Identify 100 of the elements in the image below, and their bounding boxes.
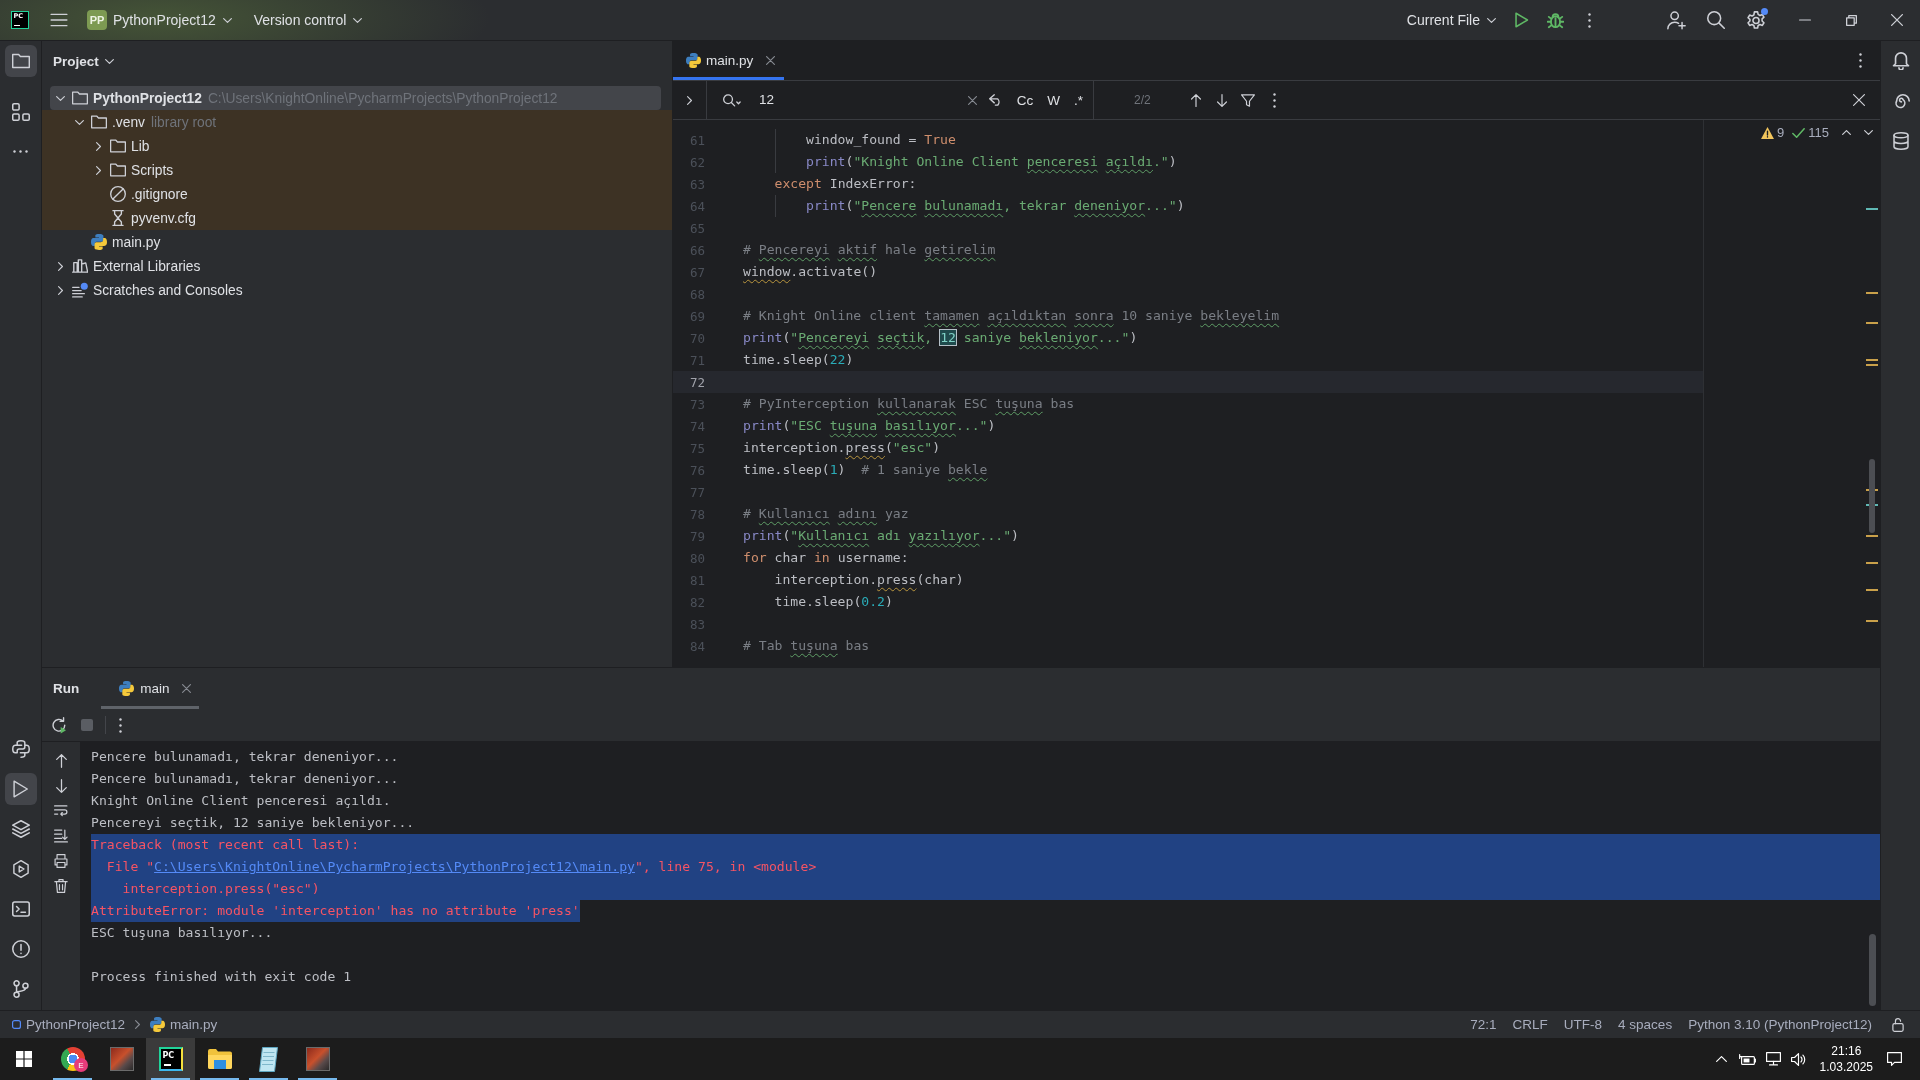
restore-icon[interactable]: [1845, 14, 1857, 26]
check-icon[interactable]: [1792, 127, 1806, 138]
tree-item[interactable]: pyvenv.cfg: [42, 206, 672, 230]
clock-date[interactable]: 1.03.2025: [1819, 1059, 1873, 1075]
clear-icon[interactable]: [967, 95, 977, 105]
notepad-icon: [259, 1046, 278, 1072]
network-icon[interactable]: [1765, 1052, 1781, 1066]
chevron-right-icon[interactable]: [95, 165, 101, 175]
start-icon[interactable]: [16, 1051, 32, 1067]
chevron-down-icon[interactable]: [104, 59, 114, 64]
more-icon[interactable]: [1859, 53, 1862, 68]
tree-item[interactable]: .venv library root: [42, 110, 672, 134]
soft-wrap-icon[interactable]: [54, 804, 68, 818]
notification-icon[interactable]: [1887, 1052, 1902, 1066]
tree-item[interactable]: External Libraries: [42, 254, 672, 278]
rerun-icon[interactable]: [52, 716, 67, 734]
warning-icon[interactable]: [1761, 126, 1775, 139]
taskbar-button[interactable]: E: [48, 1038, 97, 1080]
battery-icon[interactable]: [1738, 1053, 1756, 1065]
chevron-up-icon[interactable]: [1842, 130, 1851, 135]
run-tab[interactable]: main: [101, 668, 199, 709]
search-option-toggle[interactable]: Cc: [1012, 89, 1038, 111]
speaker-icon[interactable]: [1790, 1052, 1806, 1066]
passed-count[interactable]: 115: [1808, 125, 1829, 140]
tree-item[interactable]: Scripts: [42, 158, 672, 182]
tool-window-button[interactable]: [4, 773, 37, 805]
status-bar-widget[interactable]: Python 3.10 (PythonProject12): [1680, 1017, 1880, 1032]
folder-icon: [207, 1049, 232, 1069]
tool-window-button[interactable]: [4, 45, 37, 77]
tree-item[interactable]: main.py: [42, 230, 672, 254]
printer-icon[interactable]: [54, 854, 68, 868]
close-icon[interactable]: [1853, 94, 1865, 106]
scrollbar-thumb[interactable]: [1869, 934, 1876, 1006]
breadcrumb-item[interactable]: main.py: [150, 1017, 218, 1032]
arrow-down-icon[interactable]: [1216, 93, 1227, 107]
status-bar-widget[interactable]: CRLF: [1504, 1017, 1556, 1032]
more-icon[interactable]: [1272, 92, 1276, 108]
project-selector[interactable]: PP PythonProject12: [87, 6, 232, 34]
database-icon[interactable]: [1891, 132, 1910, 150]
search-icon[interactable]: [1707, 11, 1725, 29]
code-line: print("Pencereyi seçtik, 12 saniye bekleniyor..."): [743, 329, 1138, 347]
version-control-menu[interactable]: Version control: [253, 6, 363, 34]
breadcrumb-item[interactable]: PythonProject12: [12, 1017, 126, 1032]
error-stripe-marks[interactable]: [1866, 208, 1878, 622]
chevron-right-icon[interactable]: [57, 261, 63, 271]
clock-time[interactable]: 21:16: [1831, 1043, 1862, 1059]
python-file-icon: [150, 1017, 166, 1032]
search-field[interactable]: 12: [759, 88, 968, 112]
folder-icon: [110, 138, 126, 154]
return-arrow-icon[interactable]: [988, 94, 1003, 106]
taskbar-button[interactable]: PC: [146, 1038, 195, 1080]
status-bar-widget[interactable]: 4 spaces: [1610, 1017, 1681, 1032]
bell-icon[interactable]: [1891, 52, 1910, 70]
code-line: print("Knight Online Client penceresi açıldı."): [806, 153, 1177, 171]
close-icon[interactable]: [1891, 14, 1903, 26]
status-bar-widget[interactable]: UTF-8: [1555, 1017, 1611, 1032]
arrow-down-icon[interactable]: [55, 779, 67, 793]
more-icon[interactable]: [119, 717, 122, 733]
more-icon[interactable]: [1588, 12, 1591, 28]
warning-count[interactable]: 9: [1777, 125, 1785, 140]
chevron-down-icon[interactable]: [74, 119, 84, 125]
settings-icon[interactable]: [1747, 10, 1765, 30]
close-icon[interactable]: [766, 56, 776, 65]
tree-item[interactable]: Lib: [42, 134, 672, 158]
trash-icon[interactable]: [54, 879, 68, 893]
code-line: # Pencereyi aktif hale getirelim: [743, 241, 996, 259]
panel-title[interactable]: Project: [53, 54, 99, 69]
bug-icon[interactable]: [1547, 11, 1564, 29]
code-line: time.sleep(0.2): [774, 593, 893, 611]
tree-item[interactable]: Scratches and Consoles: [42, 278, 672, 302]
chevron-right-icon[interactable]: [95, 141, 101, 151]
scrollbar-thumb[interactable]: [1869, 459, 1875, 533]
search-icon[interactable]: [723, 93, 741, 107]
chevron-down-icon[interactable]: [55, 95, 65, 101]
run-configuration-selector[interactable]: Current File: [1406, 6, 1496, 34]
chevron-down-icon[interactable]: [1864, 130, 1873, 135]
chevron-right-icon[interactable]: [687, 95, 692, 105]
tree-item[interactable]: .gitignore: [42, 182, 672, 206]
menu-icon[interactable]: [50, 13, 68, 27]
code-line: print("ESC tuşuna basılıyor..."): [743, 417, 996, 435]
add-user-icon[interactable]: [1667, 10, 1686, 30]
code-line: interception.press(char): [774, 571, 964, 589]
status-bar-widget[interactable]: 72:1: [1462, 1017, 1505, 1032]
square-icon: [12, 1020, 21, 1029]
app-tile-icon: [305, 1047, 330, 1071]
search-option-toggle[interactable]: W: [1043, 89, 1064, 111]
more-icon[interactable]: [13, 150, 28, 153]
search-option-toggle[interactable]: .*: [1070, 89, 1087, 111]
scroll-to-end-icon[interactable]: [54, 829, 68, 843]
lock-icon[interactable]: [1892, 1017, 1904, 1032]
python-console-icon: [11, 740, 30, 758]
editor-tab[interactable]: main.py: [673, 41, 785, 80]
filter-icon[interactable]: [1240, 93, 1255, 107]
run-icon[interactable]: [1515, 12, 1529, 28]
chevron-right-icon[interactable]: [57, 285, 63, 295]
code-line: interception.press("esc"): [743, 439, 941, 457]
arrow-up-icon[interactable]: [1190, 93, 1201, 107]
arrow-up-icon[interactable]: [55, 754, 67, 768]
python-file-icon: [119, 681, 135, 696]
chevron-down-icon: [353, 17, 363, 23]
